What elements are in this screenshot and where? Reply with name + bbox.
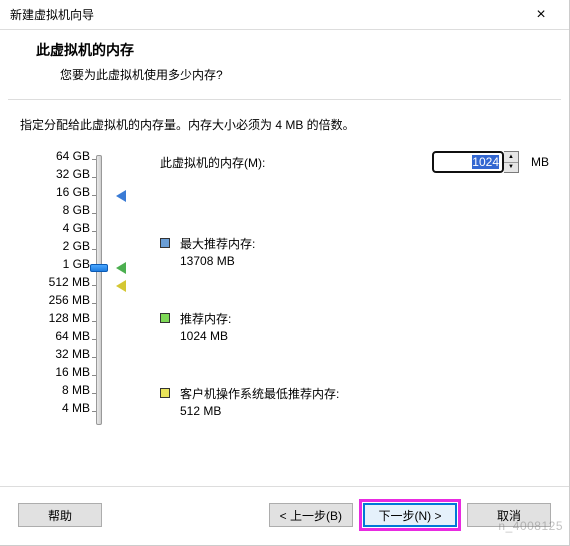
cancel-button[interactable]: 取消 (467, 503, 551, 527)
max-recommended-label: 最大推荐内存: (180, 235, 255, 252)
memory-unit: MB (531, 155, 549, 169)
scale-label: 2 GB (20, 237, 90, 255)
scale-label: 64 GB (20, 147, 90, 165)
next-button-highlight: 下一步(N) > (359, 499, 461, 531)
page-subheading: 您要为此虚拟机使用多少内存? (36, 66, 551, 83)
spin-down-icon[interactable]: ▼ (504, 163, 518, 173)
scale-label: 64 MB (20, 327, 90, 345)
spin-up-icon[interactable]: ▲ (504, 152, 518, 163)
help-button[interactable]: 帮助 (18, 503, 102, 527)
scale-label: 128 MB (20, 309, 90, 327)
rec-color-icon (160, 313, 170, 323)
scale-label: 32 MB (20, 345, 90, 363)
memory-label: 此虚拟机的内存(M): (160, 154, 426, 171)
scale-label: 1 GB (20, 255, 90, 273)
max-recommended-value: 13708 MB (180, 254, 255, 268)
max-color-icon (160, 238, 170, 248)
recommended-row: 推荐内存: 1024 MB (160, 310, 549, 343)
scale-label: 512 MB (20, 273, 90, 291)
page-heading: 此虚拟机的内存 (36, 40, 551, 60)
memory-input[interactable] (432, 151, 504, 173)
instruction-text: 指定分配给此虚拟机的内存量。内存大小必须为 4 MB 的倍数。 (20, 116, 549, 133)
recommended-value: 1024 MB (180, 329, 231, 343)
window-title: 新建虚拟机向导 (10, 6, 521, 23)
next-button[interactable]: 下一步(N) > (363, 503, 457, 527)
memory-spinbox[interactable]: ▲ ▼ (432, 151, 519, 173)
scale-label: 4 GB (20, 219, 90, 237)
scale-label: 4 MB (20, 399, 90, 417)
close-icon[interactable]: × (521, 6, 561, 24)
scale-label: 256 MB (20, 291, 90, 309)
min-color-icon (160, 388, 170, 398)
min-recommended-value: 512 MB (180, 404, 339, 418)
max-recommended-row: 最大推荐内存: 13708 MB (160, 235, 549, 268)
min-recommended-label: 客户机操作系统最低推荐内存: (180, 385, 339, 402)
scale-label: 32 GB (20, 165, 90, 183)
recommended-label: 推荐内存: (180, 310, 231, 327)
scale-label: 16 GB (20, 183, 90, 201)
back-button[interactable]: < 上一步(B) (269, 503, 353, 527)
memory-slider-track[interactable] (96, 155, 102, 425)
scale-label: 16 MB (20, 363, 90, 381)
scale-label: 8 MB (20, 381, 90, 399)
memory-slider-thumb[interactable] (90, 264, 108, 272)
min-recommended-row: 客户机操作系统最低推荐内存: 512 MB (160, 385, 549, 418)
scale-label: 8 GB (20, 201, 90, 219)
